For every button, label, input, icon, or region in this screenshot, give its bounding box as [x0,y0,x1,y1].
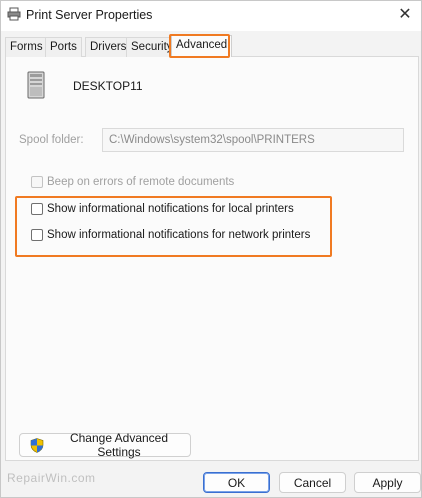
tab-security[interactable]: Security [126,37,178,57]
spool-folder-label: Spool folder: [19,134,84,146]
print-server-properties-dialog: Print Server Properties ✕ Forms Ports Dr… [0,0,422,498]
server-tower-icon [27,71,45,99]
tab-drivers[interactable]: Drivers [85,37,132,57]
printer-icon [7,7,21,21]
watermark-text: RepairWin.com [7,471,96,485]
beep-on-errors-option[interactable]: Beep on errors of remote documents [31,174,234,190]
tab-advanced[interactable]: Advanced [171,35,233,58]
network-printer-notifications-checkbox[interactable] [31,229,43,241]
beep-on-errors-checkbox[interactable] [31,176,43,188]
beep-on-errors-label: Beep on errors of remote documents [47,176,235,188]
close-button[interactable]: ✕ [393,3,417,27]
tab-ports[interactable]: Ports [45,37,82,57]
local-printer-notifications-option[interactable]: Show informational notifications for loc… [31,201,294,217]
spool-folder-field[interactable] [102,128,404,152]
advanced-tab-panel [5,57,419,461]
cancel-button[interactable]: Cancel [279,472,346,493]
change-advanced-settings-label: Change Advanced Settings [69,431,169,459]
change-advanced-settings-button[interactable]: Change Advanced Settings [19,431,191,459]
tab-forms[interactable]: Forms [5,37,48,57]
window-title: Print Server Properties [26,8,153,22]
close-icon: ✕ [398,6,412,23]
apply-button[interactable]: Apply [354,472,421,493]
local-printer-notifications-label: Show informational notifications for loc… [47,203,294,215]
title-bar: Print Server Properties ✕ [1,1,421,31]
ok-button[interactable]: OK [203,472,270,493]
network-printer-notifications-option[interactable]: Show informational notifications for net… [31,227,310,243]
uac-shield-icon [30,437,44,453]
network-printer-notifications-label: Show informational notifications for net… [47,229,311,241]
server-name: DESKTOP11 [73,79,143,93]
tab-bar: Forms Ports Drivers Security Advanced [5,35,419,58]
local-printer-notifications-checkbox[interactable] [31,203,43,215]
